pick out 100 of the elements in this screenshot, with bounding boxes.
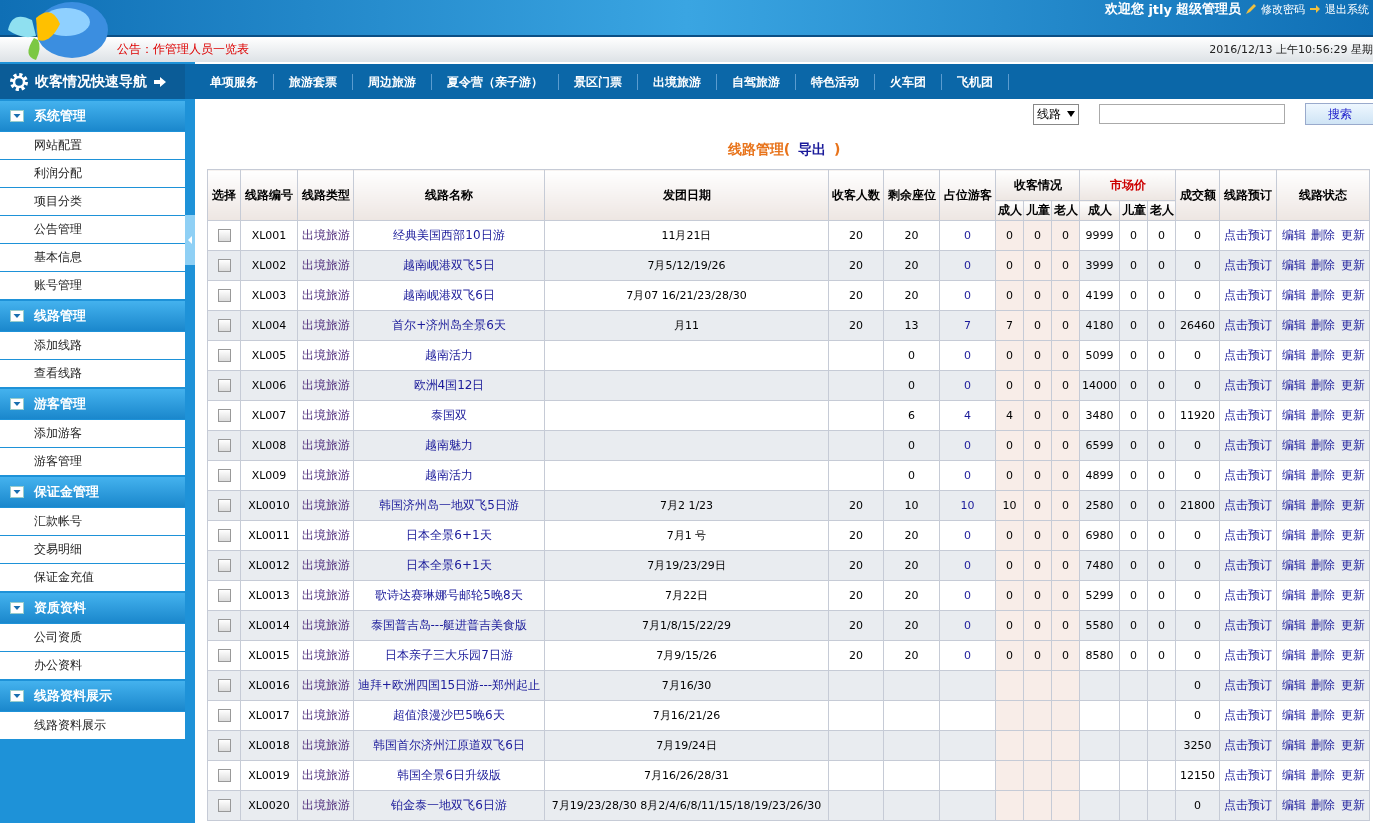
delete-link[interactable]: 删除 [1311,438,1336,452]
sidebar-item[interactable]: 交易明细 [0,536,185,563]
edit-link[interactable]: 编辑 [1281,798,1306,812]
row-checkbox[interactable] [217,769,231,783]
row-checkbox[interactable] [217,619,231,633]
sidebar-item[interactable]: 查看线路 [0,360,185,387]
edit-link[interactable]: 编辑 [1281,678,1306,692]
sidebar-item[interactable]: 线路资料展示 [0,712,185,739]
edit-link[interactable]: 编辑 [1281,618,1306,632]
update-link[interactable]: 更新 [1340,468,1365,482]
row-checkbox[interactable] [217,559,231,573]
sidebar-item[interactable]: 利润分配 [0,160,185,187]
delete-link[interactable]: 删除 [1311,558,1336,572]
sidebar-item[interactable]: 公司资质 [0,624,185,651]
route-name-link[interactable]: 欧洲4国12日 [413,378,485,392]
row-checkbox[interactable] [217,739,231,753]
delete-link[interactable]: 删除 [1311,318,1336,332]
edit-link[interactable]: 编辑 [1281,498,1306,512]
update-link[interactable]: 更新 [1340,738,1365,752]
sidebar-item[interactable]: 添加线路 [0,332,185,359]
update-link[interactable]: 更新 [1340,648,1365,662]
sidebar-item[interactable]: 基本信息 [0,244,185,271]
update-link[interactable]: 更新 [1340,288,1365,302]
update-link[interactable]: 更新 [1340,438,1365,452]
row-checkbox[interactable] [217,379,231,393]
row-checkbox[interactable] [217,499,231,513]
delete-link[interactable]: 删除 [1311,768,1336,782]
delete-link[interactable]: 删除 [1311,708,1336,722]
sidebar-item[interactable]: 网站配置 [0,132,185,159]
route-name-link[interactable]: 泰国双 [431,408,467,422]
edit-link[interactable]: 编辑 [1281,228,1306,242]
edit-link[interactable]: 编辑 [1281,738,1306,752]
search-button[interactable]: 搜索 [1305,103,1373,125]
nav-tab[interactable]: 旅游套票 [274,73,353,90]
update-link[interactable]: 更新 [1340,318,1365,332]
row-checkbox[interactable] [217,349,231,363]
update-link[interactable]: 更新 [1340,768,1365,782]
edit-link[interactable]: 编辑 [1281,258,1306,272]
sidebar-item[interactable]: 汇款帐号 [0,508,185,535]
delete-link[interactable]: 删除 [1311,528,1336,542]
delete-link[interactable]: 删除 [1311,348,1336,362]
nav-tab[interactable]: 特色活动 [796,73,875,90]
delete-link[interactable]: 删除 [1311,378,1336,392]
update-link[interactable]: 更新 [1340,408,1365,422]
edit-link[interactable]: 编辑 [1281,558,1306,572]
route-name-link[interactable]: 越南活力 [425,468,473,482]
update-link[interactable]: 更新 [1340,558,1365,572]
row-checkbox[interactable] [217,679,231,693]
nav-tab[interactable]: 周边旅游 [353,73,432,90]
change-password-link[interactable]: 修改密码 [1261,1,1305,17]
row-checkbox[interactable] [217,799,231,813]
edit-link[interactable]: 编辑 [1281,468,1306,482]
update-link[interactable]: 更新 [1340,228,1365,242]
edit-link[interactable]: 编辑 [1281,528,1306,542]
delete-link[interactable]: 删除 [1311,468,1336,482]
sidebar-item[interactable]: 办公资料 [0,652,185,679]
edit-link[interactable]: 编辑 [1281,318,1306,332]
edit-link[interactable]: 编辑 [1281,708,1306,722]
update-link[interactable]: 更新 [1340,378,1365,392]
edit-link[interactable]: 编辑 [1281,768,1306,782]
update-link[interactable]: 更新 [1340,528,1365,542]
delete-link[interactable]: 删除 [1311,588,1336,602]
edit-link[interactable]: 编辑 [1281,648,1306,662]
update-link[interactable]: 更新 [1340,348,1365,362]
edit-link[interactable]: 编辑 [1281,408,1306,422]
delete-link[interactable]: 删除 [1311,228,1336,242]
row-checkbox[interactable] [217,409,231,423]
row-checkbox[interactable] [217,709,231,723]
row-checkbox[interactable] [217,229,231,243]
nav-tab[interactable]: 火车团 [875,73,942,90]
search-field[interactable] [1099,104,1285,124]
update-link[interactable]: 更新 [1340,258,1365,272]
sidebar-item[interactable]: 保证金充值 [0,564,185,591]
edit-link[interactable]: 编辑 [1281,288,1306,302]
update-link[interactable]: 更新 [1340,498,1365,512]
row-checkbox[interactable] [217,259,231,273]
route-name-link[interactable]: 越南魅力 [425,438,473,452]
sidebar-item[interactable]: 项目分类 [0,188,185,215]
delete-link[interactable]: 删除 [1311,258,1336,272]
delete-link[interactable]: 删除 [1311,738,1336,752]
route-name-link[interactable]: 越南活力 [425,348,473,362]
delete-link[interactable]: 删除 [1311,618,1336,632]
nav-tab[interactable]: 景区门票 [559,73,638,90]
row-checkbox[interactable] [217,439,231,453]
delete-link[interactable]: 删除 [1311,288,1336,302]
logout-link[interactable]: 退出系统 [1325,1,1369,17]
edit-link[interactable]: 编辑 [1281,588,1306,602]
row-checkbox[interactable] [217,289,231,303]
nav-tab[interactable]: 出境旅游 [638,73,717,90]
sidebar-item[interactable]: 账号管理 [0,272,185,299]
nav-tab[interactable]: 夏令营（亲子游） [432,73,559,90]
row-checkbox[interactable] [217,529,231,543]
delete-link[interactable]: 删除 [1311,498,1336,512]
nav-tab[interactable]: 单项服务 [195,73,274,90]
filter-select[interactable]: 线路 [1033,103,1079,125]
sidebar-item[interactable]: 游客管理 [0,448,185,475]
update-link[interactable]: 更新 [1340,588,1365,602]
update-link[interactable]: 更新 [1340,678,1365,692]
row-checkbox[interactable] [217,589,231,603]
collapse-handle-icon[interactable] [185,215,195,265]
